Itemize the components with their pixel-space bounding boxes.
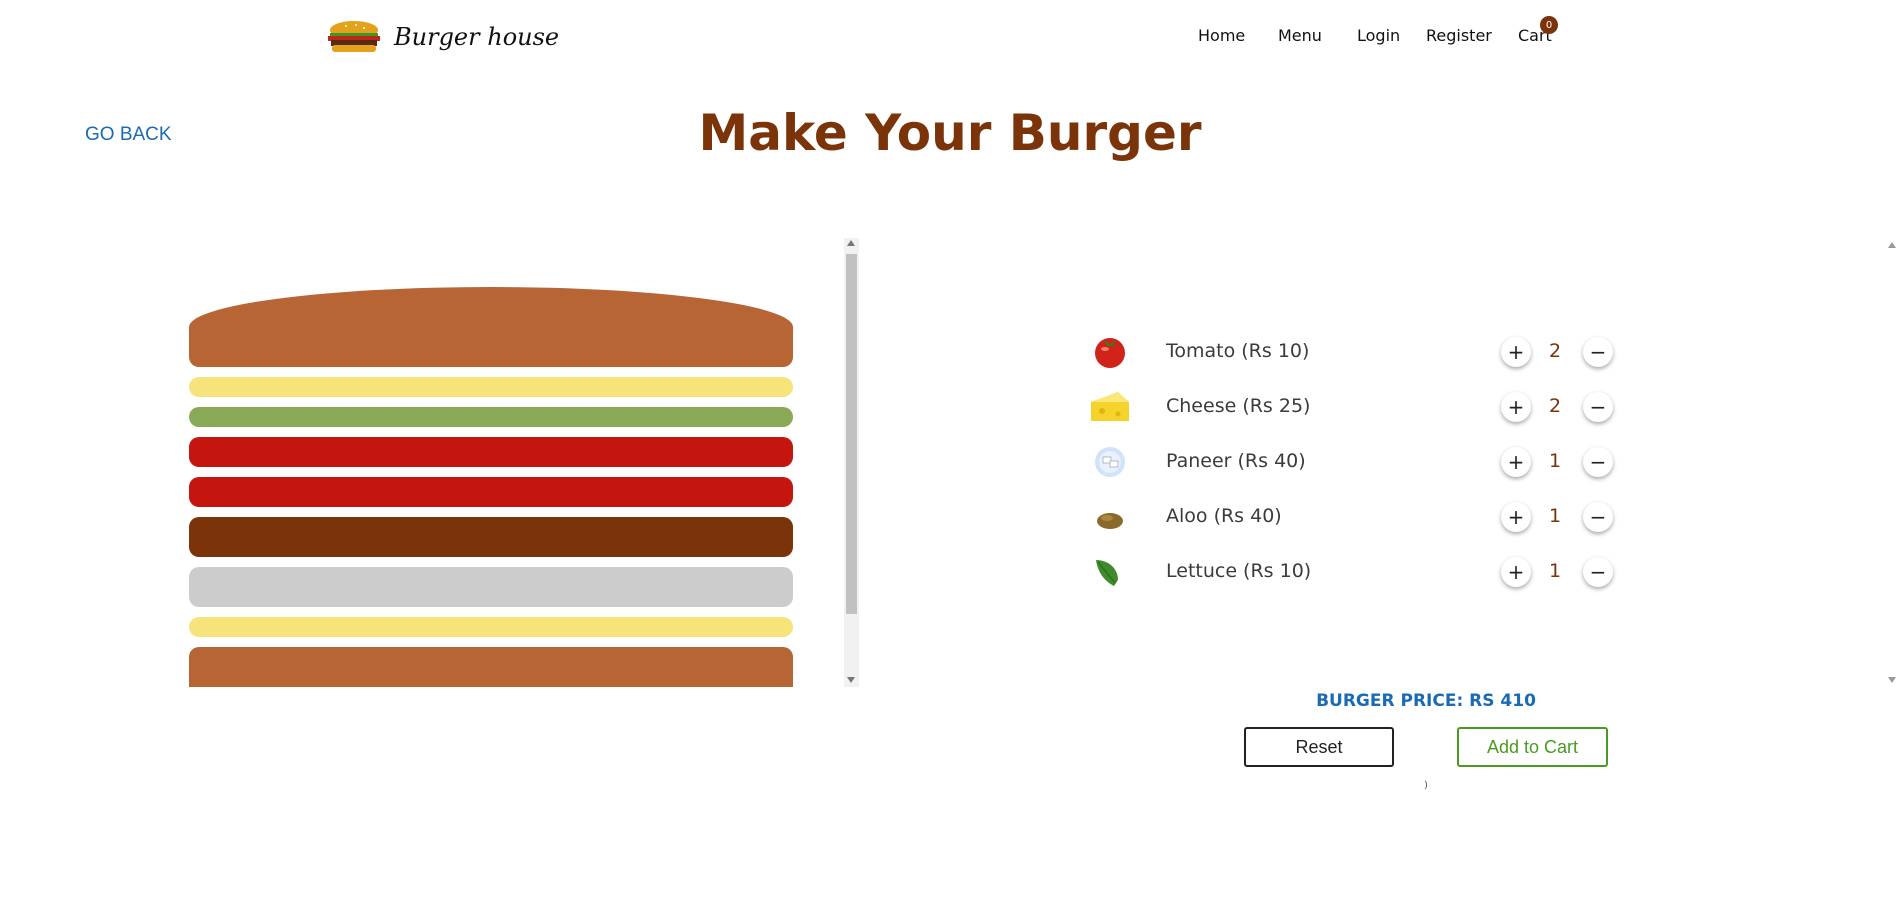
add-aloo-button[interactable]: +	[1501, 502, 1531, 532]
burger-scrollbar[interactable]	[844, 238, 859, 687]
tomato-quantity: 2	[1548, 340, 1562, 362]
burger-preview	[150, 238, 859, 687]
scroll-down-arrow-icon[interactable]	[1888, 677, 1896, 683]
paneer-layer	[189, 567, 793, 607]
lettuce-quantity: 1	[1548, 560, 1562, 582]
scroll-down-arrow-icon[interactable]	[847, 677, 855, 683]
cheese-icon	[1091, 392, 1129, 421]
add-to-cart-button[interactable]: Add to Cart	[1457, 727, 1608, 767]
tomato-layer	[189, 477, 793, 507]
ingredient-label: Aloo (Rs 40)	[1166, 505, 1282, 527]
ingredient-label: Tomato (Rs 10)	[1166, 340, 1310, 362]
aloo-layer	[189, 517, 793, 557]
lettuce-layer	[189, 407, 793, 427]
ingredient-row-aloo: Aloo (Rs 40) + 1 −	[1088, 497, 1618, 537]
cheese-quantity: 2	[1548, 395, 1562, 417]
scroll-thumb[interactable]	[846, 254, 857, 614]
nav-menu-link[interactable]: Menu	[1278, 26, 1322, 45]
add-tomato-button[interactable]: +	[1501, 337, 1531, 367]
ingredient-row-tomato: Tomato (Rs 10) + 2 −	[1088, 332, 1618, 372]
bun-bottom-layer	[189, 647, 793, 687]
tomato-icon	[1095, 338, 1125, 368]
remove-cheese-button[interactable]: −	[1583, 392, 1613, 422]
paneer-icon	[1095, 447, 1125, 477]
burger-logo-icon	[328, 21, 380, 52]
ingredient-row-lettuce: Lettuce (Rs 10) + 1 −	[1088, 552, 1618, 592]
ingredient-label: Lettuce (Rs 10)	[1166, 560, 1312, 582]
remove-aloo-button[interactable]: −	[1583, 502, 1613, 532]
nav-home-link[interactable]: Home	[1198, 26, 1245, 45]
lettuce-icon	[1096, 560, 1118, 586]
remove-lettuce-button[interactable]: −	[1583, 557, 1613, 587]
add-lettuce-button[interactable]: +	[1501, 557, 1531, 587]
ingredient-row-paneer: Paneer (Rs 40) + 1 −	[1088, 442, 1618, 482]
tomato-layer	[189, 437, 793, 467]
page-title: Make Your Burger	[698, 104, 1202, 162]
ingredient-label: Paneer (Rs 40)	[1166, 450, 1306, 472]
remove-tomato-button[interactable]: −	[1583, 337, 1613, 367]
add-paneer-button[interactable]: +	[1501, 447, 1531, 477]
stray-mark: )	[1424, 780, 1428, 791]
cheese-layer	[189, 377, 793, 397]
ingredient-label: Cheese (Rs 25)	[1166, 395, 1311, 417]
remove-paneer-button[interactable]: −	[1583, 447, 1613, 477]
cheese-layer	[189, 617, 793, 637]
reset-button[interactable]: Reset	[1244, 727, 1394, 767]
scroll-up-arrow-icon[interactable]	[1888, 242, 1896, 248]
paneer-quantity: 1	[1548, 450, 1562, 472]
brand-name: Burger house	[394, 23, 560, 51]
ingredient-row-cheese: Cheese (Rs 25) + 2 −	[1088, 387, 1618, 427]
add-cheese-button[interactable]: +	[1501, 392, 1531, 422]
nav-register-link[interactable]: Register	[1426, 26, 1492, 45]
cart-count-badge: 0	[1540, 16, 1558, 34]
brand-logo[interactable]: Burger house	[326, 20, 559, 54]
nav-login-link[interactable]: Login	[1357, 26, 1400, 45]
aloo-quantity: 1	[1548, 505, 1562, 527]
bun-top-layer	[189, 287, 793, 367]
page-scrollbar[interactable]	[1885, 238, 1900, 687]
burger-price: BURGER PRICE: RS 410	[1316, 691, 1536, 711]
potato-icon	[1097, 513, 1123, 529]
scroll-up-arrow-icon[interactable]	[847, 240, 855, 246]
